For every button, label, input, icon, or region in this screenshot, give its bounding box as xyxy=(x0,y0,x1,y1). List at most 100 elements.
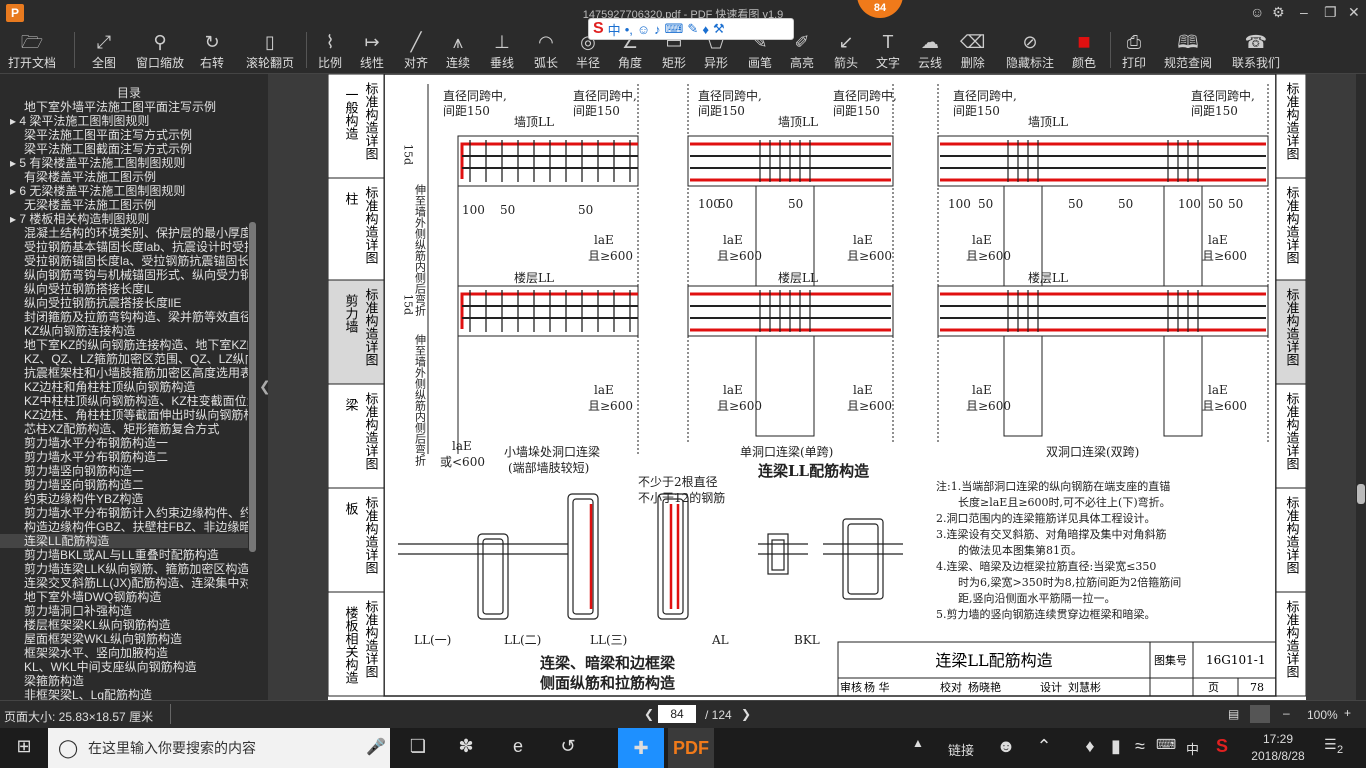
toc-item[interactable]: 地下室外墙平法施工图平面注写示例 xyxy=(0,100,248,114)
toc-item[interactable]: 纵向受拉钢筋抗震搭接长度llE xyxy=(0,296,248,310)
toc-item[interactable]: 梁箍筋构造 xyxy=(0,674,248,688)
tool-zoom[interactable]: ⚲ 窗口缩放 xyxy=(136,30,184,72)
sogou-tray-icon[interactable]: S xyxy=(1210,736,1234,760)
tool-arrow[interactable]: ↙ 箭头 xyxy=(834,30,858,72)
document-area[interactable]: 一般构造 标准构造详图柱标准构造详图 剪力墙 标准构造详图梁标准构造详图板标准构造详图… xyxy=(268,74,1356,700)
expand-arrow-icon[interactable]: ▸ xyxy=(10,184,19,198)
sogou-icon[interactable]: S xyxy=(593,20,604,38)
toc-item[interactable]: 框架梁水平、竖向加腋构造 xyxy=(0,646,248,660)
user-icon[interactable]: ☺ xyxy=(1250,4,1264,20)
toc-item[interactable]: 梁平法施工图截面注写方式示例 xyxy=(0,142,248,156)
toc-item[interactable]: 剪力墙BKL或AL与LL重叠时配筋构造 xyxy=(0,548,248,562)
toc-item[interactable]: KL、WKL中间支座纵向钢筋构造 xyxy=(0,660,248,674)
toc-scrollbar[interactable] xyxy=(249,222,256,552)
prev-page-button[interactable]: ❮ xyxy=(644,707,654,721)
voice-icon[interactable]: ♪ xyxy=(654,22,661,37)
pdf-viewer-taskbar-icon[interactable]: PDF xyxy=(668,728,714,768)
tool-print[interactable]: ⎙ 打印 xyxy=(1122,30,1146,72)
toc-item[interactable]: 纵向钢筋弯钩与机械锚固形式、纵向受力钢 xyxy=(0,268,248,282)
ie-icon[interactable]: e xyxy=(506,736,530,760)
toc-item[interactable]: 封闭箍筋及拉筋弯钩构造、梁并筋等效直径 xyxy=(0,310,248,324)
toc-item[interactable]: KZ中柱柱顶纵向钢筋构造、KZ柱变截面位置 xyxy=(0,394,248,408)
tool-mouse[interactable]: ▯ 滚轮翻页 xyxy=(246,30,294,72)
toc-item[interactable]: ▸ 5 有梁楼盖平法施工图制图规则 xyxy=(0,156,248,170)
sidebar-collapse-button[interactable]: ❮ xyxy=(258,74,271,700)
tool-eraser[interactable]: ⌫ 删除 xyxy=(960,30,985,72)
page-input[interactable]: 84 xyxy=(658,705,696,723)
toc-item[interactable]: 连梁LL配筋构造 xyxy=(0,534,248,548)
toc-item[interactable]: 剪力墙洞口补强构造 xyxy=(0,604,248,618)
toc-item[interactable]: KZ、QZ、LZ箍筋加密区范围、QZ、LZ纵向钢 xyxy=(0,352,248,366)
toc-item[interactable]: 构造边缘构件GBZ、扶壁柱FBZ、非边缘暗柱 xyxy=(0,520,248,534)
settings-icon[interactable]: ⚙ xyxy=(1272,4,1285,21)
tools-icon[interactable]: ✎ xyxy=(687,21,698,37)
toc-item[interactable]: 剪力墙竖向钢筋构造二 xyxy=(0,478,248,492)
toc-item[interactable]: 约束边缘构件YBZ构造 xyxy=(0,492,248,506)
toc-item[interactable]: 剪力墙连梁LLK纵向钢筋、箍筋加密区构造 xyxy=(0,562,248,576)
windows-start-icon[interactable]: ⊞ xyxy=(12,736,36,760)
action-center-icon[interactable]: ☰ xyxy=(1324,736,1337,753)
feiq-icon[interactable]: ✚ xyxy=(618,728,664,768)
link-label[interactable]: 链接 xyxy=(948,740,974,759)
tool-perpendicular[interactable]: ⊥ 垂线 xyxy=(490,30,514,72)
toc-item[interactable]: 剪力墙水平分布钢筋计入约束边缘构件、约 xyxy=(0,506,248,520)
tool-text[interactable]: T 文字 xyxy=(876,30,900,72)
toc-item[interactable]: 无梁楼盖平法施工图示例 xyxy=(0,198,248,212)
people-icon[interactable]: ☻ xyxy=(994,736,1018,760)
zoom-in-button[interactable]: + xyxy=(1344,706,1351,720)
tool-cloud[interactable]: ☁ 云线 xyxy=(918,30,942,72)
skin-icon[interactable]: ♦ xyxy=(702,22,709,37)
toc-item[interactable]: 楼层框架梁KL纵向钢筋构造 xyxy=(0,618,248,632)
tool-folder[interactable]: 🗁 打开文档 xyxy=(8,30,56,72)
toc-item[interactable]: 抗震框架柱和小墙肢箍筋加密区高度选用表 xyxy=(0,366,248,380)
continuous-page-icon[interactable] xyxy=(1250,705,1270,723)
toc-item[interactable]: 混凝土结构的环境类别、保护层的最小厚度 xyxy=(0,226,248,240)
toc-item[interactable]: KZ纵向钢筋连接构造 xyxy=(0,324,248,338)
tool-arc[interactable]: ◠ 弧长 xyxy=(534,30,558,72)
toc-item[interactable]: KZ边柱和角柱柱顶纵向钢筋构造 xyxy=(0,380,248,394)
zoom-out-button[interactable]: – xyxy=(1283,706,1290,720)
toc-item[interactable]: 剪力墙竖向钢筋构造一 xyxy=(0,464,248,478)
battery-icon[interactable]: ▮ xyxy=(1104,736,1128,760)
toc-item[interactable]: ▸ 4 梁平法施工图制图规则 xyxy=(0,114,248,128)
ime-toolbar[interactable]: S 中 •, ☺ ♪ ⌨ ✎ ♦ ⚒ xyxy=(588,18,794,40)
toc-item[interactable]: 有梁楼盖平法施工图示例 xyxy=(0,170,248,184)
single-page-icon[interactable]: ▤ xyxy=(1228,707,1239,721)
restore-button[interactable]: ❐ xyxy=(1324,4,1337,21)
keyboard-icon[interactable]: ⌨ xyxy=(1154,736,1178,760)
toc-item[interactable]: 地下室外墙DWQ钢筋构造 xyxy=(0,590,248,604)
keyboard-icon[interactable]: ⌨ xyxy=(665,21,684,37)
punct-icon[interactable]: •, xyxy=(625,22,633,37)
close-button[interactable]: ✕ xyxy=(1348,4,1360,21)
expand-arrow-icon[interactable]: ▸ xyxy=(10,114,19,128)
tool-book[interactable]: 🕮 规范查阅 xyxy=(1164,30,1212,72)
toc-item[interactable]: ▸ 7 楼板相关构造制图规则 xyxy=(0,212,248,226)
doc-scrollbar[interactable] xyxy=(1356,74,1366,700)
browser-icon[interactable]: ↺ xyxy=(556,736,580,760)
toc-item[interactable]: 受拉钢筋基本锚固长度lab、抗震设计时受拉 xyxy=(0,240,248,254)
toc-list[interactable]: 地下室外墙平法施工图平面注写示例 ▸ 4 梁平法施工图制图规则 梁平法施工图平面注写… xyxy=(0,100,248,700)
toc-item[interactable]: 芯柱XZ配筋构造、矩形箍筋复合方式 xyxy=(0,422,248,436)
task-view-icon[interactable]: ❏ xyxy=(406,736,430,760)
fan-app-icon[interactable]: ✽ xyxy=(454,736,478,760)
tool-fit[interactable]: ⤢ 全图 xyxy=(92,30,116,72)
wrench-icon[interactable]: ⚒ xyxy=(713,21,725,37)
wifi-icon[interactable]: ≈ xyxy=(1128,736,1152,760)
tool-scale[interactable]: ⌇ 比例 xyxy=(318,30,342,72)
clock-date[interactable]: 2018/8/28 xyxy=(1242,749,1314,763)
tool-continuous[interactable]: ⩚ 连续 xyxy=(446,30,470,72)
notification-bell-icon[interactable]: ♦ xyxy=(1078,736,1102,760)
tool-linear[interactable]: ↦ 线性 xyxy=(360,30,384,72)
toc-item[interactable]: 受拉钢筋锚固长度la、受拉钢筋抗震锚固长 xyxy=(0,254,248,268)
ime-mode[interactable]: 中 xyxy=(608,20,621,39)
tool-contact[interactable]: ☎ 联系我们 xyxy=(1232,30,1280,72)
tray-scroll-icon[interactable]: ▲ xyxy=(906,736,930,760)
tool-align[interactable]: ╱ 对齐 xyxy=(404,30,428,72)
toc-item[interactable]: 地下室KZ的纵向钢筋连接构造、地下室KZ的 xyxy=(0,338,248,352)
expand-arrow-icon[interactable]: ▸ xyxy=(10,212,19,226)
expand-arrow-icon[interactable]: ▸ xyxy=(10,156,19,170)
next-page-button[interactable]: ❯ xyxy=(741,707,751,721)
toc-item[interactable]: 梁平法施工图平面注写方式示例 xyxy=(0,128,248,142)
ime-indicator[interactable]: 中 xyxy=(1186,739,1199,758)
toc-item[interactable]: 连梁交叉斜筋LL(JX)配筋构造、连梁集中对 xyxy=(0,576,248,590)
